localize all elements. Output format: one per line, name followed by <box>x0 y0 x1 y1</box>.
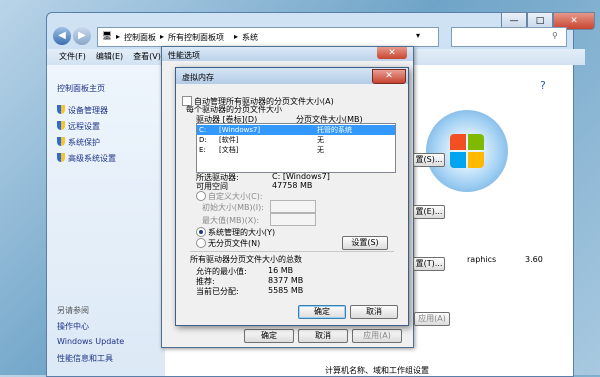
shield-icon <box>57 153 65 162</box>
sidebar: 控制面板主页 设备管理器 远程设置 系统保护 高级系统设置 另请参阅 操作中心 … <box>47 65 165 376</box>
drive-list[interactable]: C: [Windows7] 托管的系统 D: [软件] 无 E: [文档] 无 <box>196 123 396 173</box>
settings-button[interactable]: 置(E)... <box>413 205 445 219</box>
sidebar-item-device-manager[interactable]: 设备管理器 <box>57 105 108 116</box>
breadcrumb-sep-icon: ▸ <box>234 32 239 41</box>
menu-view[interactable]: 查看(V) <box>133 49 161 65</box>
address-bar[interactable]: 🖥 ▸ 控制面板 ▸ 所有控制面板项 ▸ 系统 ▾ <box>97 27 439 47</box>
sidebar-item-remote[interactable]: 远程设置 <box>57 121 100 132</box>
max-size-label: 最大值(MB)(X): <box>202 216 260 225</box>
breadcrumb-sep-icon: ▸ <box>160 32 165 41</box>
dialog-title: 虚拟内存 <box>182 73 214 82</box>
set-button[interactable]: 设置(S) <box>342 236 388 250</box>
breadcrumb-item[interactable]: 所有控制面板项 <box>168 32 224 43</box>
custom-size-radio[interactable] <box>196 191 206 201</box>
menu-file[interactable]: 文件(F) <box>59 49 86 65</box>
no-paging-radio[interactable] <box>196 238 206 248</box>
sidebar-item-windows-update[interactable]: Windows Update <box>57 337 124 346</box>
custom-size-label: 自定义大小(C): <box>208 192 263 201</box>
close-icon[interactable]: ✕ <box>372 69 406 84</box>
breadcrumb-item[interactable]: 控制面板 <box>124 32 156 43</box>
virtual-memory-dialog: 虚拟内存 ✕ 自动管理所有驱动器的分页文件大小(A) 每个驱动器的分页文件大小 … <box>175 67 409 326</box>
control-panel-home-link[interactable]: 控制面板主页 <box>57 83 105 94</box>
sidebar-item-action-center[interactable]: 操作中心 <box>57 321 89 332</box>
ok-button[interactable]: 确定 <box>244 329 294 343</box>
ok-button[interactable]: 确定 <box>298 305 346 319</box>
cancel-button[interactable]: 取消 <box>350 305 398 319</box>
see-also-heading: 另请参阅 <box>57 306 89 315</box>
search-icon[interactable]: ⚲ <box>552 31 558 40</box>
free-space-value: 47758 MB <box>272 181 313 190</box>
totals-title: 所有驱动器分页文件大小的总数 <box>190 255 302 264</box>
system-managed-label: 系统管理的大小(Y) <box>208 228 276 237</box>
apply-button[interactable]: 应用(A) <box>352 329 402 343</box>
settings-button[interactable]: 置(T)... <box>413 257 445 271</box>
help-icon[interactable]: ? <box>540 79 546 92</box>
breadcrumb-sep-icon: ▸ <box>116 32 121 41</box>
experience-score: 3.60 <box>525 255 543 264</box>
graphics-text: raphics <box>467 255 497 264</box>
drive-row[interactable]: C: [Windows7] 托管的系统 <box>197 125 395 135</box>
sidebar-item-advanced[interactable]: 高级系统设置 <box>57 153 116 164</box>
max-size-field[interactable] <box>270 213 316 226</box>
selected-drive-value: C: [Windows7] <box>272 172 330 181</box>
min-allowed-value: 16 MB <box>268 266 294 275</box>
cancel-button[interactable]: 取消 <box>298 329 348 343</box>
dialog-title: 性能选项 <box>168 51 200 60</box>
apply-button-right[interactable]: 应用(A) <box>414 312 450 326</box>
computer-name-text: 计算机名称、域和工作组设置 <box>325 366 429 375</box>
computer-icon: 🖥 <box>102 31 113 40</box>
current-allocated-value: 5585 MB <box>268 286 304 295</box>
back-arrow-icon[interactable]: ◀ <box>53 27 71 45</box>
no-paging-label: 无分页文件(N) <box>208 239 261 248</box>
sidebar-item-protection[interactable]: 系统保护 <box>57 137 100 148</box>
shield-icon <box>57 121 65 130</box>
drive-row[interactable]: D: [软件] 无 <box>197 135 395 145</box>
shield-icon <box>57 105 65 114</box>
breadcrumb-item[interactable]: 系统 <box>242 32 258 43</box>
initial-size-label: 初始大小(MB)(I): <box>202 203 264 212</box>
drive-row[interactable]: E: [文档] 无 <box>197 145 395 155</box>
forward-arrow-icon[interactable]: ▶ <box>73 27 91 45</box>
settings-button[interactable]: 置(S)... <box>413 153 445 167</box>
search-input[interactable]: ⚲ <box>451 27 567 47</box>
dialog-titlebar: 性能选项 <box>162 47 413 61</box>
dropdown-chevron-icon[interactable]: ▾ <box>416 31 420 40</box>
windows-logo <box>426 110 508 192</box>
current-allocated-label: 当前已分配: <box>196 287 239 296</box>
sidebar-item-performance[interactable]: 性能信息和工具 <box>57 353 113 364</box>
initial-size-field[interactable] <box>270 200 316 213</box>
shield-icon <box>57 137 65 146</box>
recommended-value: 8377 MB <box>268 276 304 285</box>
system-managed-radio[interactable] <box>196 227 206 237</box>
divider <box>190 251 394 252</box>
close-icon[interactable]: ✕ <box>377 47 407 59</box>
menu-edit[interactable]: 编辑(E) <box>96 49 123 65</box>
